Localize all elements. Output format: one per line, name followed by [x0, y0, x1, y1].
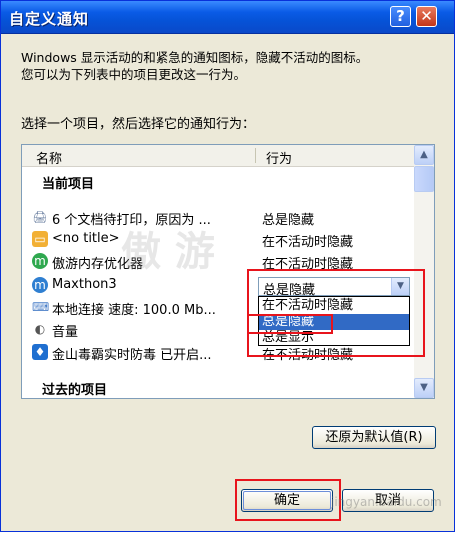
maxthon-icon: m [32, 277, 48, 293]
speaker-icon: ◐ [34, 322, 46, 336]
window-title: 自定义通知 [9, 10, 90, 28]
group-current-items: 当前项目 [42, 177, 95, 192]
titlebar[interactable]: 自定义通知 ? ✕ [1, 1, 454, 34]
item-name: 本地连接 速度: 100.0 Mb... [52, 303, 216, 318]
maxthon-memory-icon: m [32, 253, 48, 269]
column-separator[interactable] [255, 148, 256, 163]
list-item[interactable]: ▭ <no title> 在不活动时隐藏 [22, 229, 414, 250]
restore-defaults-button[interactable]: 还原为默认值(R) [312, 426, 436, 449]
column-header-name[interactable]: 名称 [36, 148, 62, 167]
highlight-box-option [247, 314, 333, 334]
group-past-items: 过去的项目 [42, 383, 108, 398]
scroll-thumb[interactable] [414, 166, 434, 192]
dialog-window: 自定义通知 ? ✕ Windows 显示活动的和紧急的通知图标，隐藏不活动的图标… [0, 0, 455, 532]
column-header-action[interactable]: 行为 [266, 148, 292, 167]
ok-button[interactable]: 确定 [241, 489, 333, 512]
scroll-down-icon[interactable]: ▼ [414, 378, 434, 398]
item-action: 总是隐藏 [262, 213, 315, 228]
item-name: 音量 [52, 325, 79, 340]
prompt-label: 选择一个项目，然后选择它的通知行为： [21, 117, 256, 132]
help-button[interactable]: ? [390, 6, 411, 27]
close-button[interactable]: ✕ [416, 6, 437, 27]
list-item[interactable]: m 傲游内存优化器 在不活动时隐藏 [22, 251, 414, 272]
watermark-logo: 傲 游 [121, 228, 215, 275]
item-name: Maxthon3 [52, 277, 117, 292]
ok-button-label: 确定 [273, 493, 300, 508]
window-icon: ▭ [32, 231, 48, 247]
highlight-box-dropdown [247, 269, 425, 357]
network-icon: ⌨ [32, 300, 50, 314]
list-item[interactable]: 🖨 6 个文档待打印，原因为 ... 总是隐藏 [22, 207, 414, 228]
printer-icon: 🖨 [32, 210, 48, 224]
item-name: 金山毒霸实时防毒 已开启... [52, 348, 212, 363]
item-action: 在不活动时隐藏 [262, 235, 354, 250]
watermark-text: jingyan.baidu.com [331, 495, 442, 509]
item-name: <no title> [52, 231, 120, 246]
list-header: 名称 行为 [22, 145, 414, 167]
kingsoft-antivirus-icon: ♦ [32, 344, 48, 360]
scroll-up-icon[interactable]: ▲ [414, 145, 434, 165]
description-text: Windows 显示活动的和紧急的通知图标，隐藏不活动的图标。 您可以为下列表中… [21, 50, 369, 82]
